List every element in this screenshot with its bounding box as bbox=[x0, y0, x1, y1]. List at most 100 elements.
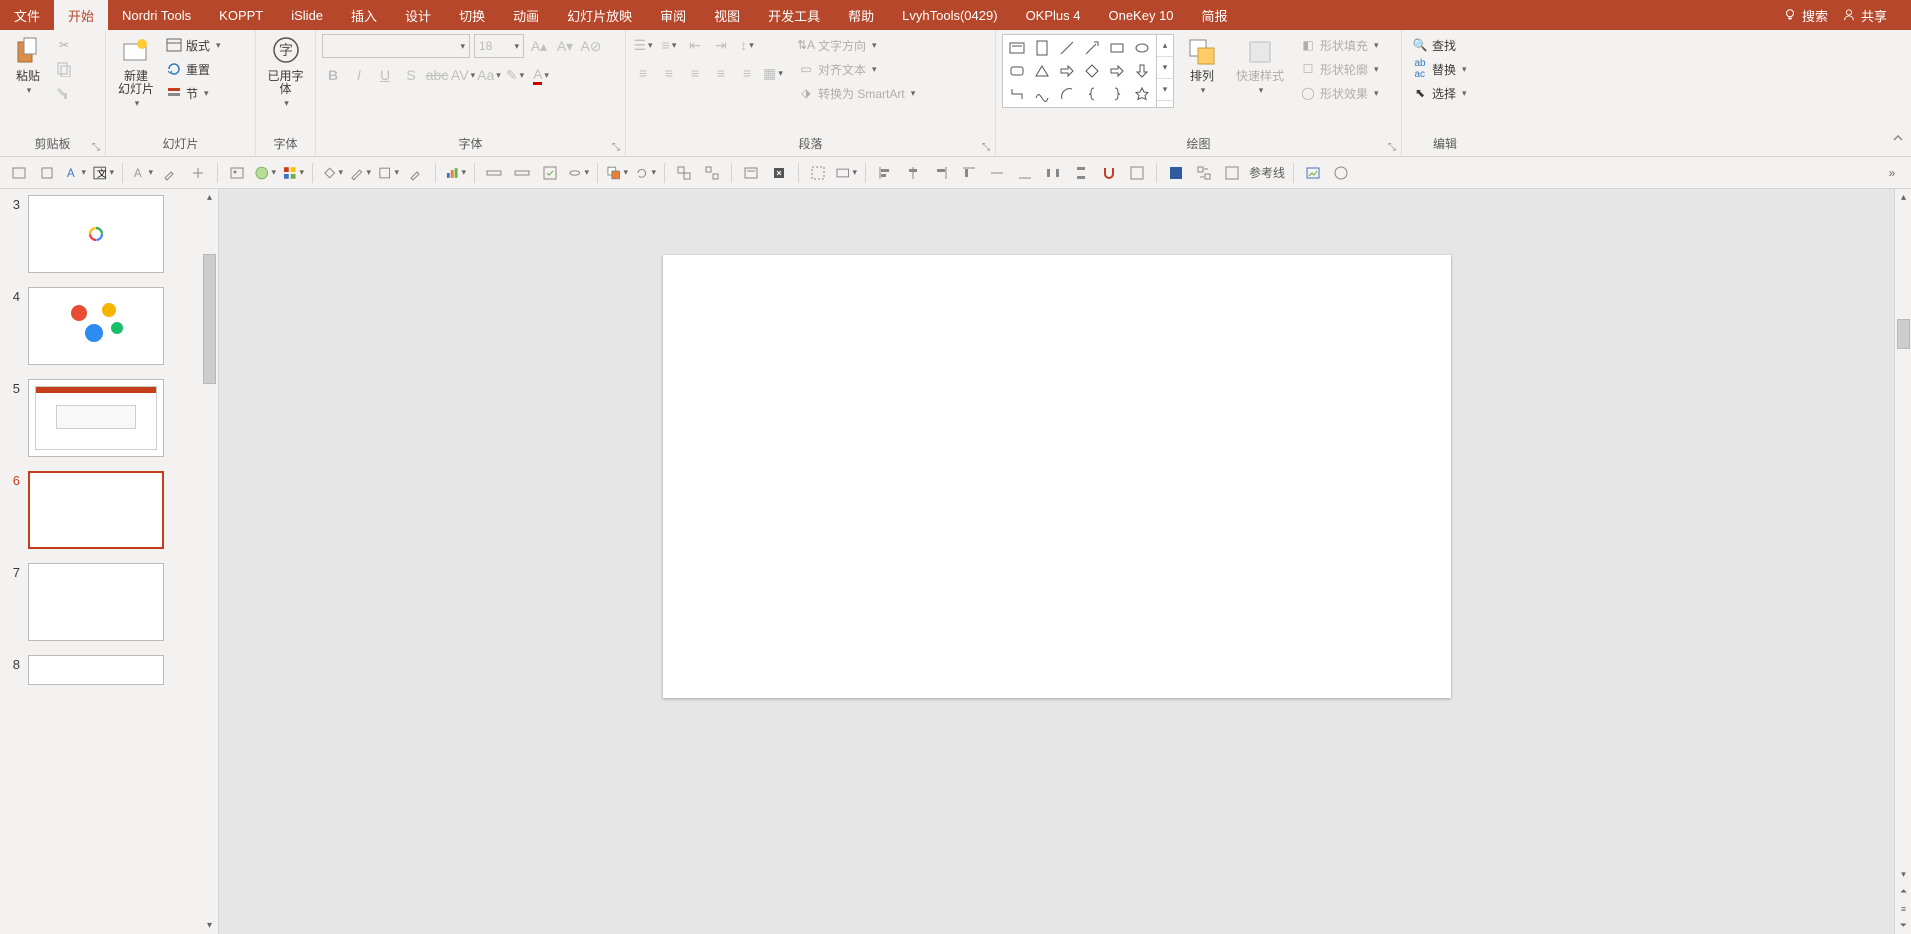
increase-indent-button[interactable]: ⇥ bbox=[710, 34, 732, 56]
paste-button[interactable]: 粘贴 ▾ bbox=[6, 34, 50, 98]
tb-rotate[interactable]: ▾ bbox=[634, 162, 656, 184]
tb-eyedrop2[interactable] bbox=[405, 162, 427, 184]
tb-btn-7[interactable] bbox=[226, 162, 248, 184]
tb-dist-h[interactable] bbox=[1042, 162, 1064, 184]
tb-pen[interactable]: ▾ bbox=[349, 162, 371, 184]
tb-empty-square[interactable] bbox=[1221, 162, 1243, 184]
tb-align-right[interactable] bbox=[930, 162, 952, 184]
shape-brace-left[interactable] bbox=[1080, 83, 1104, 105]
shape-curve[interactable] bbox=[1030, 83, 1054, 105]
next-slide-button[interactable]: ⏷ bbox=[1895, 917, 1911, 934]
justify-button[interactable]: ≡ bbox=[710, 62, 732, 84]
tb-btn-1[interactable] bbox=[8, 162, 30, 184]
tb-circle-outline[interactable] bbox=[1330, 162, 1352, 184]
tb-overflow[interactable]: » bbox=[1881, 162, 1903, 184]
tab-help[interactable]: 帮助 bbox=[834, 0, 888, 30]
tab-design[interactable]: 设计 bbox=[391, 0, 445, 30]
tab-transition[interactable]: 切换 bbox=[445, 0, 499, 30]
tb-select-all[interactable] bbox=[807, 162, 829, 184]
shape-rounded-rect[interactable] bbox=[1005, 60, 1029, 82]
reset-button[interactable]: 重置 bbox=[162, 58, 225, 80]
replace-button[interactable]: abac替换▾ bbox=[1408, 58, 1482, 80]
tb-ruler2[interactable] bbox=[511, 162, 533, 184]
share-button[interactable]: 共享 bbox=[1842, 6, 1887, 25]
tab-devtools[interactable]: 开发工具 bbox=[754, 0, 834, 30]
tab-animation[interactable]: 动画 bbox=[499, 0, 553, 30]
section-button[interactable]: 节▾ bbox=[162, 82, 225, 104]
shapes-gallery[interactable] bbox=[1002, 34, 1157, 108]
tab-review[interactable]: 审阅 bbox=[646, 0, 700, 30]
font-name-combo[interactable]: ▾ bbox=[322, 34, 470, 58]
underline-button[interactable]: U bbox=[374, 64, 396, 86]
scroll-down-button[interactable]: ▾ bbox=[1895, 866, 1911, 883]
shape-diamond[interactable] bbox=[1080, 60, 1104, 82]
new-slide-button[interactable]: 新建 幻灯片 ▾ bbox=[112, 34, 160, 111]
font-size-combo[interactable]: 18▾ bbox=[474, 34, 524, 58]
tab-file[interactable]: 文件 bbox=[0, 0, 54, 30]
font-color-button[interactable]: A▾ bbox=[530, 64, 552, 86]
shape-effects-button[interactable]: ◯形状效果▾ bbox=[1296, 82, 1383, 104]
char-spacing-button[interactable]: AV▾ bbox=[452, 64, 474, 86]
slide-canvas[interactable] bbox=[663, 255, 1451, 698]
tb-align-middle[interactable] bbox=[986, 162, 1008, 184]
tb-delete[interactable] bbox=[768, 162, 790, 184]
shapes-more[interactable]: ▾ bbox=[1157, 79, 1173, 101]
arrange-button[interactable]: 排列▾ bbox=[1180, 34, 1224, 98]
tb-ruler1[interactable] bbox=[483, 162, 505, 184]
tab-onekey[interactable]: OneKey 10 bbox=[1094, 0, 1187, 30]
tb-layer[interactable]: ▾ bbox=[835, 162, 857, 184]
highlight-button[interactable]: ✎▾ bbox=[504, 64, 526, 86]
tb-group[interactable] bbox=[673, 162, 695, 184]
bullets-button[interactable]: ☰▾ bbox=[632, 34, 654, 56]
slide-thumbnail[interactable] bbox=[28, 563, 164, 641]
clipboard-launcher[interactable]: ⤡ bbox=[89, 140, 103, 154]
shape-outline-button[interactable]: ☐形状轮廓▾ bbox=[1296, 58, 1383, 80]
slide-item-3[interactable]: 3 bbox=[6, 195, 218, 273]
tb-btn-2[interactable] bbox=[36, 162, 58, 184]
tab-brief[interactable]: 简报 bbox=[1188, 0, 1242, 30]
tb-outline[interactable]: ▾ bbox=[377, 162, 399, 184]
shape-arc[interactable] bbox=[1055, 83, 1079, 105]
tell-me-search[interactable]: 搜索 bbox=[1783, 6, 1828, 25]
line-spacing-button[interactable]: ↕▾ bbox=[736, 34, 758, 56]
slide-item-8[interactable]: 8 bbox=[6, 655, 218, 685]
shape-textbox-vert[interactable] bbox=[1030, 37, 1054, 59]
tb-arrange1[interactable]: ▾ bbox=[606, 162, 628, 184]
tb-btn-3[interactable]: A▾ bbox=[64, 162, 86, 184]
decrease-font-button[interactable]: A▾ bbox=[554, 35, 576, 57]
paragraph-launcher[interactable]: ⤡ bbox=[979, 140, 993, 154]
tb-fill[interactable]: ▾ bbox=[321, 162, 343, 184]
tb-btn-6[interactable] bbox=[187, 162, 209, 184]
select-button[interactable]: ⬉选择▾ bbox=[1408, 82, 1482, 104]
scrollbar-thumb[interactable] bbox=[1897, 319, 1910, 349]
numbering-button[interactable]: ≡▾ bbox=[658, 34, 680, 56]
shape-down-arrow[interactable] bbox=[1130, 60, 1154, 82]
tb-chart[interactable]: ▾ bbox=[444, 162, 466, 184]
clear-format-button[interactable]: A⊘ bbox=[580, 35, 602, 57]
shape-connector[interactable] bbox=[1005, 83, 1029, 105]
layout-button[interactable]: 版式▾ bbox=[162, 34, 225, 56]
tb-picture[interactable] bbox=[1302, 162, 1324, 184]
scroll-down-button[interactable]: ▾ bbox=[201, 917, 218, 934]
tb-align-center[interactable] bbox=[902, 162, 924, 184]
strikethrough-button[interactable]: abc bbox=[426, 64, 448, 86]
italic-button[interactable]: I bbox=[348, 64, 370, 86]
tab-nordri[interactable]: Nordri Tools bbox=[108, 0, 205, 30]
shape-oval[interactable] bbox=[1130, 37, 1154, 59]
tb-btn-5[interactable]: A▾ bbox=[131, 162, 153, 184]
shape-arrow-block[interactable] bbox=[1105, 60, 1129, 82]
distributed-button[interactable]: ≡ bbox=[736, 62, 758, 84]
tb-fit[interactable] bbox=[1126, 162, 1148, 184]
shape-line[interactable] bbox=[1055, 37, 1079, 59]
shape-rectangle[interactable] bbox=[1105, 37, 1129, 59]
slide-thumbnail[interactable] bbox=[28, 287, 164, 365]
canvas-scrollbar[interactable]: ▴ ▾ ⏶ ≡ ⏷ bbox=[1894, 189, 1911, 934]
shapes-scroll-down[interactable]: ▾ bbox=[1157, 57, 1173, 79]
tb-blue-square[interactable] bbox=[1165, 162, 1187, 184]
collapse-ribbon-button[interactable] bbox=[1891, 131, 1905, 150]
tb-check[interactable] bbox=[539, 162, 561, 184]
tab-islide[interactable]: iSlide bbox=[277, 0, 337, 30]
shape-brace-right[interactable] bbox=[1105, 83, 1129, 105]
slide-item-4[interactable]: 4 bbox=[6, 287, 218, 365]
shape-textbox[interactable] bbox=[1005, 37, 1029, 59]
